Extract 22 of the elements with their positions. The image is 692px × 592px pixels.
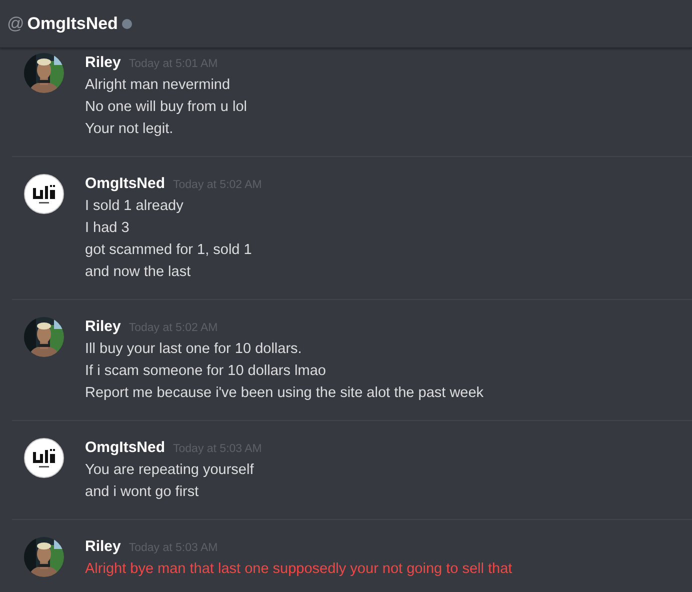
message-text: and now the last: [85, 263, 192, 282]
message-text: I sold 1 already: [85, 197, 184, 216]
avatar-icon: [24, 174, 64, 214]
author-name[interactable]: OmgItsNed: [85, 173, 166, 195]
channel-title: OmgItsNed: [27, 12, 118, 35]
message-text: Alright man nevermind: [85, 76, 232, 95]
message-text: You are repeating yourself: [85, 461, 255, 480]
author-name[interactable]: OmgItsNed: [85, 437, 166, 459]
message-text: got scammed for 1, sold 1: [85, 241, 253, 260]
message-text: No one will buy from u lol: [85, 98, 247, 117]
author-name[interactable]: Riley: [85, 52, 121, 74]
at-sign: @: [7, 12, 24, 35]
message-text: Your not legit.: [85, 120, 174, 139]
message-text: Report me because i've been using the site alot the past week: [85, 384, 484, 403]
message-text: Ill buy your last one for 10 dollars.: [85, 340, 303, 359]
author-name[interactable]: Riley: [85, 316, 121, 338]
author-name[interactable]: Riley: [85, 536, 121, 558]
message-text: and i wont go first: [85, 483, 200, 502]
avatar-icon: [24, 438, 64, 478]
message-text: If i scam someone for 10 dollars lmao: [85, 362, 327, 381]
message-text: I had 3: [85, 219, 130, 238]
message-text: Alright bye man that last one supposedly your not going to sell that: [85, 560, 512, 579]
